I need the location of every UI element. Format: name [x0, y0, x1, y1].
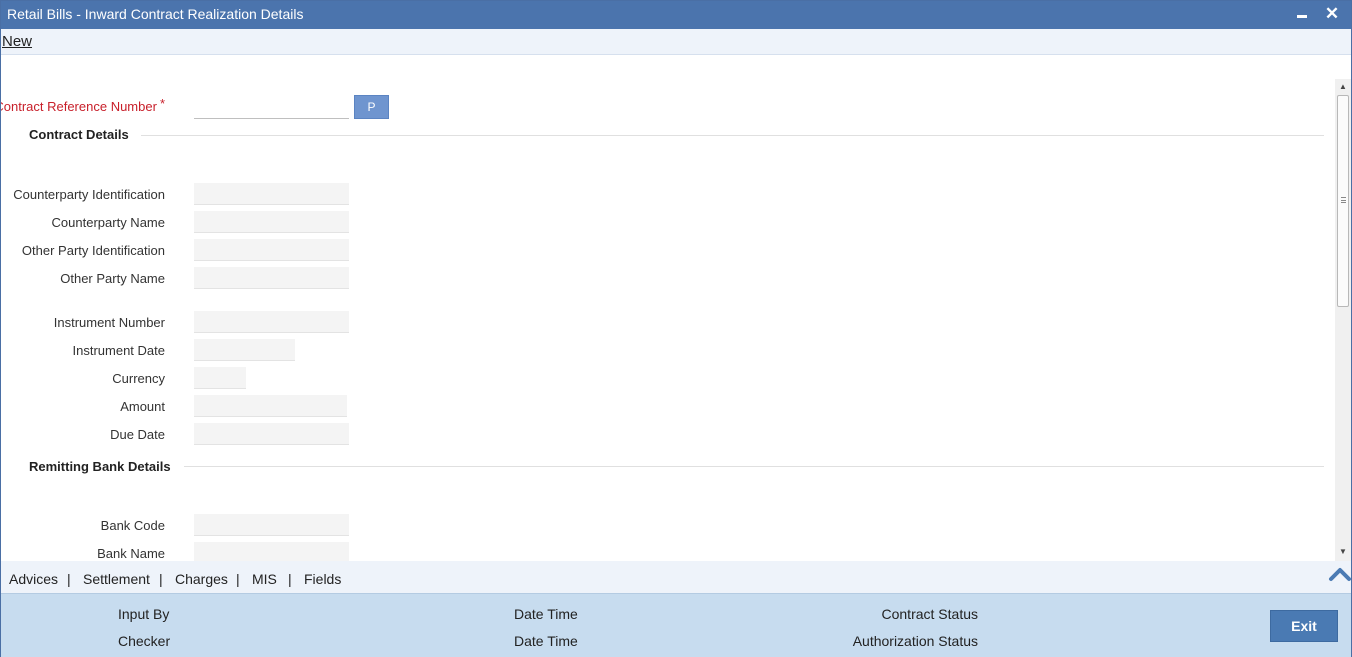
bank-code-label: Bank Code: [100, 518, 165, 533]
instrument-date-field[interactable]: [194, 339, 295, 361]
other-party-identification-label: Other Party Identification: [21, 243, 165, 258]
counterparty-identification-label: Counterparty Identification: [13, 187, 165, 202]
form-content: Contract Reference Number * P Contract De…: [1, 55, 1335, 561]
currency-label: Currency: [112, 371, 165, 386]
exit-button[interactable]: Exit: [1270, 610, 1338, 642]
tab-bar: Advices | Settlement | Charges | MIS | F…: [1, 561, 1351, 593]
tab-separator: |: [67, 571, 71, 587]
due-date-field[interactable]: [194, 423, 349, 445]
counterparty-name-label: Counterparty Name: [51, 215, 165, 230]
tab-separator: |: [288, 571, 292, 587]
populate-button[interactable]: P: [354, 95, 389, 119]
input-date-time-label: Date Time: [514, 606, 578, 622]
app-window: Retail Bills - Inward Contract Realizati…: [0, 0, 1352, 657]
bank-name-field[interactable]: [194, 542, 349, 561]
contract-status-label: Contract Status: [881, 606, 979, 622]
window-title: Retail Bills - Inward Contract Realizati…: [7, 6, 304, 22]
contract-reference-input[interactable]: [194, 97, 349, 119]
tab-mis[interactable]: MIS: [252, 571, 277, 587]
tab-separator: |: [159, 571, 163, 587]
scroll-down-arrow-icon[interactable]: ▼: [1335, 545, 1351, 559]
amount-field[interactable]: [194, 395, 347, 417]
checker-date-time-label: Date Time: [514, 633, 578, 649]
audit-footer: Input By Checker Date Time Date Time Con…: [1, 593, 1351, 657]
tab-fields[interactable]: Fields: [304, 571, 341, 587]
menu-bar: New: [1, 29, 1351, 55]
contract-details-divider: [141, 135, 1324, 136]
instrument-number-label: Instrument Number: [53, 315, 165, 330]
other-party-name-label: Other Party Name: [60, 271, 165, 286]
currency-field[interactable]: [194, 367, 246, 389]
counterparty-identification-field[interactable]: [194, 183, 349, 205]
title-bar: Retail Bills - Inward Contract Realizati…: [1, 1, 1351, 29]
scroll-up-arrow-icon[interactable]: ▲: [1335, 80, 1351, 94]
instrument-number-field[interactable]: [194, 311, 349, 333]
bank-name-label: Bank Name: [97, 546, 165, 561]
new-menu-link[interactable]: New: [2, 33, 32, 50]
tab-separator: |: [236, 571, 240, 587]
due-date-label: Due Date: [110, 427, 165, 442]
input-by-label: Input By: [118, 606, 170, 622]
counterparty-name-field[interactable]: [194, 211, 349, 233]
remitting-bank-divider: [184, 466, 1324, 467]
contract-reference-label-text: Contract Reference Number: [1, 99, 157, 114]
amount-label: Amount: [120, 399, 165, 414]
minimize-icon[interactable]: [1291, 3, 1313, 25]
close-icon[interactable]: ✕: [1321, 3, 1343, 25]
remitting-bank-details-header: Remitting Bank Details: [29, 459, 171, 474]
bank-code-field[interactable]: [194, 514, 349, 536]
scrollbar-thumb[interactable]: [1337, 95, 1349, 307]
instrument-date-label: Instrument Date: [72, 343, 166, 358]
tab-charges[interactable]: Charges: [175, 571, 228, 587]
authorization-status-label: Authorization Status: [852, 633, 978, 649]
tab-settlement[interactable]: Settlement: [83, 571, 150, 587]
contract-reference-label: Contract Reference Number *: [1, 96, 165, 114]
contract-details-header: Contract Details: [29, 127, 129, 142]
checker-label: Checker: [118, 633, 171, 649]
required-marker: *: [159, 96, 165, 111]
chevron-up-icon[interactable]: [1327, 563, 1352, 585]
vertical-scrollbar[interactable]: ▲ ▼: [1335, 79, 1351, 561]
other-party-identification-field[interactable]: [194, 239, 349, 261]
other-party-name-field[interactable]: [194, 267, 349, 289]
tab-advices[interactable]: Advices: [9, 571, 58, 587]
